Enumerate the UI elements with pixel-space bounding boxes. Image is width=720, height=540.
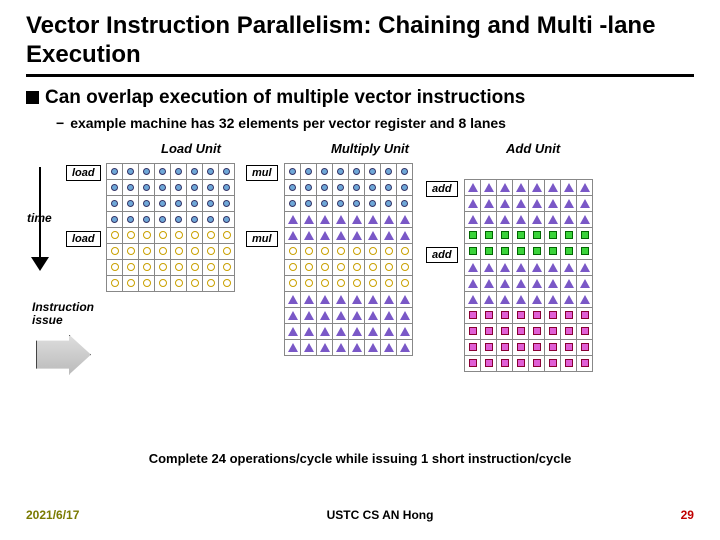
footer-author: USTC CS AN Hong [327,508,434,522]
load-grid [106,163,235,292]
bullet-main: Can overlap execution of multiple vector… [26,87,694,109]
square-bullet-icon [26,91,39,104]
multiply-grid [284,163,413,356]
instruction-issue-label: Instruction issue [32,301,102,327]
load-tag-1: load [66,165,101,181]
arrow-right-icon [36,335,91,375]
time-label: time [27,211,52,225]
diagram: Load Unit Multiply Unit Add Unit time lo… [106,145,676,445]
bullet-sub-text: example machine has 32 elements per vect… [70,115,506,131]
add-unit-label: Add Unit [506,141,560,156]
mul-tag-1: mul [246,165,278,181]
slide-title: Vector Instruction Parallelism: Chaining… [26,12,694,77]
time-arrow: time [31,167,56,285]
load-unit-label: Load Unit [161,141,221,156]
add-grid [464,179,593,372]
load-tag-2: load [66,231,101,247]
add-tag-1: add [426,181,458,197]
diagram-caption: Complete 24 operations/cycle while issui… [26,451,694,466]
slide-footer: 2021/6/17 USTC CS AN Hong 29 [0,508,720,522]
mul-tag-2: mul [246,231,278,247]
bullet-sub: − example machine has 32 elements per ve… [56,115,694,131]
dash-icon: − [56,115,64,131]
footer-page-number: 29 [681,508,694,522]
bullet-main-text: Can overlap execution of multiple vector… [45,87,525,109]
footer-date: 2021/6/17 [26,508,79,522]
multiply-unit-label: Multiply Unit [331,141,409,156]
instruction-issue-arrow: Instruction issue [36,335,91,375]
add-tag-2: add [426,247,458,263]
